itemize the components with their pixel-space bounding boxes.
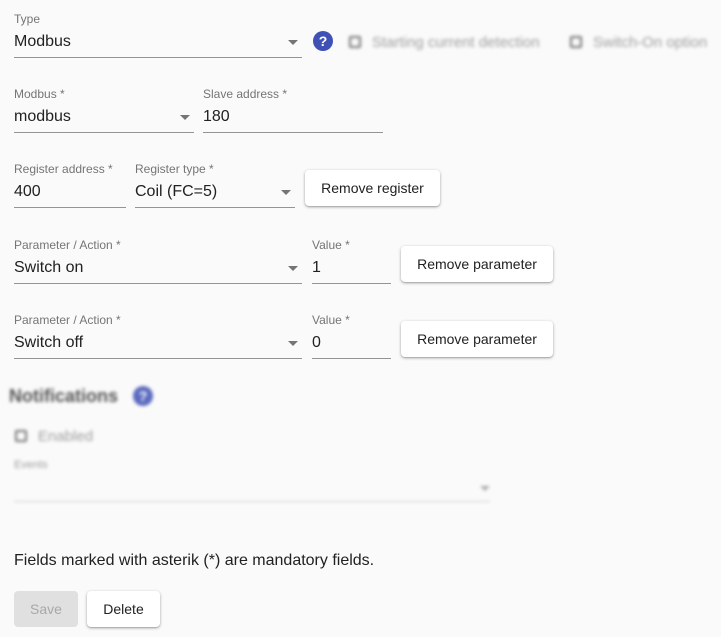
events-underline bbox=[14, 501, 490, 502]
events-label: Events bbox=[14, 459, 48, 471]
modbus-value: modbus bbox=[14, 108, 71, 125]
modbus-label: Modbus * bbox=[14, 87, 65, 101]
remove-register-button[interactable]: Remove register bbox=[305, 170, 440, 206]
slave-address-underline bbox=[203, 132, 383, 133]
chevron-down-icon bbox=[288, 266, 298, 271]
slave-address-value: 180 bbox=[203, 108, 230, 125]
register-type-select[interactable]: Register type * Coil (FC=5) bbox=[135, 162, 295, 208]
help-icon[interactable]: ? bbox=[313, 31, 333, 51]
register-address-value: 400 bbox=[14, 183, 41, 200]
switch-on-label: Switch-On option bbox=[593, 34, 708, 51]
parameter-value-underline bbox=[312, 283, 391, 284]
modbus-underline bbox=[14, 132, 194, 133]
parameter-action-select[interactable]: Parameter / Action * Switch off bbox=[14, 313, 302, 359]
notifications-heading: Notifications bbox=[9, 386, 119, 406]
starting-current-label: Starting current detection bbox=[372, 34, 540, 51]
register-address-label: Register address * bbox=[14, 162, 113, 176]
modbus-select[interactable]: Modbus * modbus bbox=[14, 87, 194, 133]
parameter-value-label: Value * bbox=[312, 238, 350, 252]
chevron-down-icon bbox=[288, 40, 298, 45]
parameter-action-value: Switch off bbox=[14, 334, 84, 351]
type-select[interactable]: Type Modbus bbox=[14, 12, 302, 58]
chevron-down-icon[interactable] bbox=[480, 486, 490, 491]
enabled-checkbox[interactable] bbox=[15, 430, 27, 442]
parameter-action-value: Switch on bbox=[14, 259, 84, 276]
parameter-action-underline bbox=[14, 283, 302, 284]
parameter-action-select[interactable]: Parameter / Action * Switch on bbox=[14, 238, 302, 284]
chevron-down-icon bbox=[281, 190, 291, 195]
type-underline bbox=[14, 57, 302, 58]
mandatory-note: Fields marked with asterik (*) are manda… bbox=[14, 552, 375, 569]
parameter-value-value: 1 bbox=[312, 259, 321, 276]
chevron-down-icon bbox=[288, 341, 298, 346]
remove-parameter-button[interactable]: Remove parameter bbox=[401, 321, 553, 357]
parameter-value-underline bbox=[312, 358, 391, 359]
parameter-value-label: Value * bbox=[312, 313, 350, 327]
slave-address-label: Slave address * bbox=[203, 87, 288, 101]
parameter-action-label: Parameter / Action * bbox=[14, 313, 121, 327]
register-address-underline bbox=[14, 207, 126, 208]
slave-address-field[interactable]: Slave address * 180 bbox=[203, 87, 383, 133]
remove-parameter-button[interactable]: Remove parameter bbox=[401, 246, 553, 282]
save-button[interactable]: Save bbox=[14, 591, 78, 627]
parameter-value-field[interactable]: Value * 1 bbox=[312, 238, 391, 284]
delete-button[interactable]: Delete bbox=[87, 591, 160, 627]
register-address-field[interactable]: Register address * 400 bbox=[14, 162, 126, 208]
help-icon[interactable]: ? bbox=[133, 386, 153, 406]
type-label: Type bbox=[14, 12, 41, 26]
register-type-label: Register type * bbox=[135, 162, 214, 176]
starting-current-checkbox[interactable] bbox=[349, 36, 361, 48]
register-type-value: Coil (FC=5) bbox=[135, 183, 218, 200]
enabled-label: Enabled bbox=[38, 428, 94, 445]
parameter-action-underline bbox=[14, 358, 302, 359]
parameter-value-field[interactable]: Value * 0 bbox=[312, 313, 391, 359]
parameter-action-label: Parameter / Action * bbox=[14, 238, 121, 252]
type-value: Modbus bbox=[14, 33, 71, 50]
parameter-value-value: 0 bbox=[312, 334, 321, 351]
switch-on-checkbox[interactable] bbox=[570, 36, 582, 48]
chevron-down-icon bbox=[180, 115, 190, 120]
register-type-underline bbox=[135, 207, 295, 208]
